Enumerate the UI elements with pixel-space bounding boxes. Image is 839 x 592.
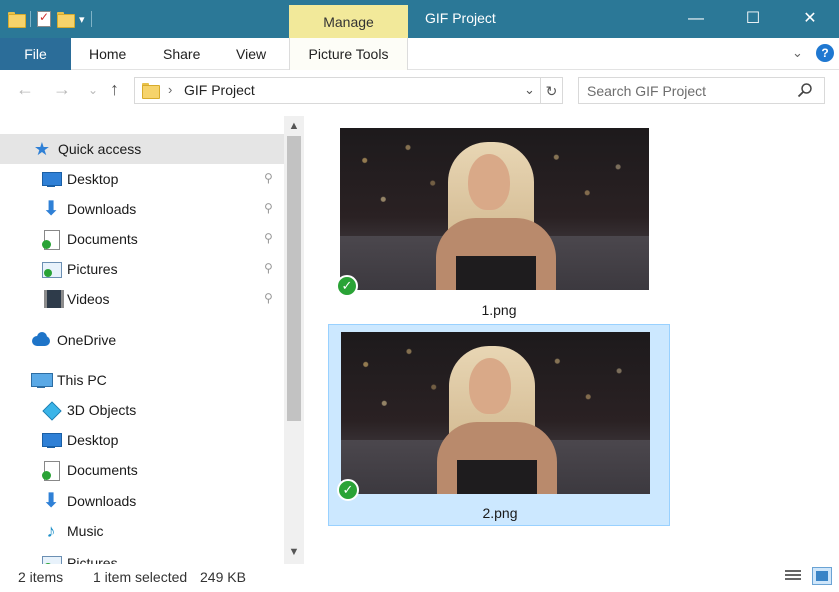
forward-button[interactable]: → <box>53 79 71 100</box>
nav-item-label: Documents <box>67 462 138 478</box>
back-button[interactable]: ← <box>16 79 34 100</box>
address-dropdown-icon[interactable]: ⌄ <box>524 82 535 98</box>
address-bar[interactable]: › GIF Project ⌄ <box>134 77 541 104</box>
folder-icon <box>142 83 160 99</box>
nav-item-label: Quick access <box>58 141 142 157</box>
nav-item-pictures[interactable]: Pictures <box>0 548 284 564</box>
breadcrumb[interactable]: GIF Project <box>184 82 255 98</box>
details-view-icon[interactable] <box>783 567 803 585</box>
nav-item-label: Videos <box>67 291 110 307</box>
image-thumbnail <box>341 332 650 494</box>
item-count: 2 items <box>18 569 64 585</box>
downloads-icon: ⬇ <box>42 198 60 220</box>
nav-item-label: Documents <box>67 231 138 247</box>
folder-icon <box>8 12 26 28</box>
scroll-down-icon[interactable]: ▼ <box>284 542 304 562</box>
pin-icon[interactable]: ⚲ <box>264 261 278 275</box>
navigation-pane: ★ Quick access Desktop ⚲ ⬇ Downloads ⚲ D… <box>0 116 306 564</box>
downloads-icon: ⬇ <box>42 490 60 512</box>
3d-objects-icon <box>41 400 61 420</box>
nav-item-label: Pictures <box>67 555 118 564</box>
nav-item-downloads[interactable]: ⬇ Downloads <box>0 486 284 516</box>
videos-icon <box>41 289 64 309</box>
close-button[interactable]: ✕ <box>781 0 839 38</box>
properties-icon[interactable] <box>37 10 51 27</box>
pictures-icon <box>41 259 62 279</box>
tab-picture-tools[interactable]: Picture Tools <box>289 38 408 70</box>
tab-file[interactable]: File <box>0 38 71 70</box>
large-icons-view-icon[interactable] <box>812 567 832 585</box>
nav-item-documents[interactable]: Documents <box>0 455 284 485</box>
file-name[interactable]: 1.png <box>328 302 670 318</box>
nav-item-videos[interactable]: Videos ⚲ <box>0 284 284 314</box>
pin-icon[interactable]: ⚲ <box>264 201 278 215</box>
tab-manage[interactable]: Manage <box>289 5 408 39</box>
refresh-button[interactable]: ↻ <box>541 77 563 104</box>
search-icon[interactable] <box>797 82 813 98</box>
nav-item-music[interactable]: ♪ Music <box>0 516 284 546</box>
file-item[interactable]: ✓ 1.png <box>328 122 670 326</box>
nav-item-documents[interactable]: Documents ⚲ <box>0 224 284 254</box>
star-icon: ★ <box>33 139 51 159</box>
file-list[interactable]: ✓ 1.png ✓ 2.png <box>306 116 839 564</box>
new-folder-icon[interactable] <box>57 12 75 28</box>
desktop-icon <box>41 430 62 450</box>
maximize-button[interactable]: ☐ <box>724 0 782 38</box>
recent-locations-button[interactable]: ⌄ <box>88 83 98 97</box>
this-pc-icon <box>31 370 53 390</box>
nav-item-label: Music <box>67 523 104 539</box>
nav-item-label: Downloads <box>67 493 137 509</box>
music-icon: ♪ <box>46 521 56 541</box>
sync-available-icon: ✓ <box>337 479 359 501</box>
image-thumbnail <box>340 128 649 290</box>
tab-share[interactable]: Share <box>163 38 200 70</box>
window-title: GIF Project <box>425 10 496 26</box>
documents-icon <box>41 460 61 481</box>
selection-size: 249 KB <box>200 569 246 585</box>
nav-scrollbar[interactable]: ▲ ▼ <box>284 116 304 564</box>
minimize-button[interactable]: — <box>667 0 725 38</box>
pictures-icon <box>41 553 62 564</box>
nav-item-pictures[interactable]: Pictures ⚲ <box>0 254 284 284</box>
nav-item-3d-objects[interactable]: 3D Objects <box>0 395 284 425</box>
nav-item-quick-access[interactable]: ★ Quick access <box>0 134 284 164</box>
nav-item-desktop[interactable]: Desktop ⚲ <box>0 164 284 194</box>
nav-item-label: 3D Objects <box>67 402 137 418</box>
expand-ribbon-icon[interactable]: ⌄ <box>792 45 803 61</box>
file-name[interactable]: 2.png <box>329 505 671 521</box>
pin-icon[interactable]: ⚲ <box>264 231 278 245</box>
scroll-up-icon[interactable]: ▲ <box>284 116 304 136</box>
documents-icon <box>41 229 61 250</box>
quick-access-toolbar: ▾ <box>8 8 92 30</box>
nav-item-label: This PC <box>57 372 107 388</box>
nav-item-label: Downloads <box>67 201 137 217</box>
nav-item-this-pc[interactable]: This PC <box>0 365 284 395</box>
tab-home[interactable]: Home <box>89 38 126 70</box>
selection-count: 1 item selected <box>93 569 188 585</box>
nav-item-label: Desktop <box>67 171 119 187</box>
sync-available-icon: ✓ <box>336 275 358 297</box>
desktop-icon <box>41 169 62 189</box>
tab-view[interactable]: View <box>236 38 266 70</box>
pin-icon[interactable]: ⚲ <box>264 291 278 305</box>
search-input[interactable] <box>587 82 787 100</box>
nav-item-label: Pictures <box>67 261 118 277</box>
search-box[interactable] <box>578 77 825 104</box>
toolbar-divider <box>90 11 92 27</box>
up-button[interactable]: ↑ <box>110 79 119 100</box>
nav-item-label: Desktop <box>67 432 119 448</box>
help-icon[interactable]: ? <box>816 44 834 62</box>
nav-item-downloads[interactable]: ⬇ Downloads ⚲ <box>0 194 284 224</box>
file-item-selected[interactable]: ✓ 2.png <box>328 324 670 526</box>
customize-toolbar-icon[interactable]: ▾ <box>79 13 85 26</box>
onedrive-icon <box>31 330 51 350</box>
nav-item-desktop[interactable]: Desktop <box>0 425 284 455</box>
pin-icon[interactable]: ⚲ <box>264 171 278 185</box>
nav-item-label: OneDrive <box>57 332 117 348</box>
nav-item-onedrive[interactable]: OneDrive <box>0 325 284 355</box>
toolbar-divider <box>30 11 31 27</box>
scrollbar-thumb[interactable] <box>287 136 301 421</box>
breadcrumb-separator[interactable]: › <box>168 82 172 97</box>
